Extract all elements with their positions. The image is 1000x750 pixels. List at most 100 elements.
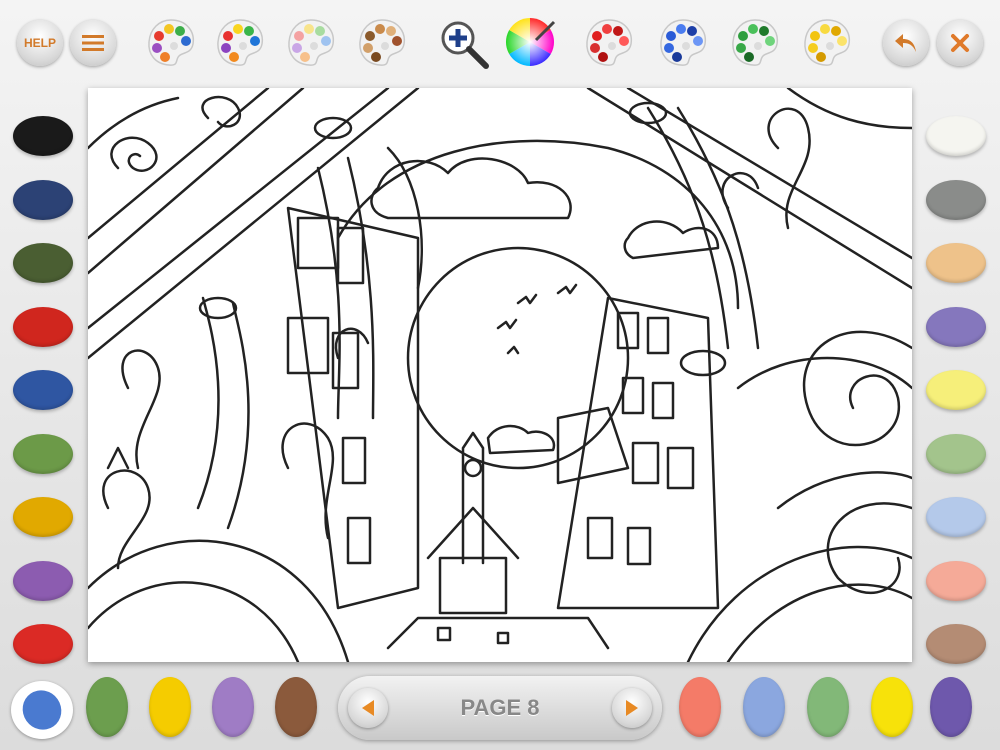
next-page-button[interactable] [612, 688, 652, 728]
palette-yellow[interactable] [799, 14, 855, 70]
coloring-canvas[interactable] [88, 88, 912, 662]
palette-dot [164, 24, 174, 34]
palette-dot [250, 36, 260, 46]
color-swatch[interactable] [13, 370, 73, 410]
color-swatch[interactable] [871, 677, 913, 737]
color-swatch[interactable] [926, 306, 986, 347]
palette-dot [175, 26, 185, 36]
palette-dot [598, 52, 608, 62]
palette-blue[interactable] [655, 14, 711, 70]
palette-dot [672, 52, 682, 62]
top-toolbar: HELP [0, 0, 1000, 88]
palette-dot [693, 36, 703, 46]
palette-dot [321, 36, 331, 46]
close-button[interactable] [937, 20, 983, 66]
coloring-page-drawing [88, 88, 912, 662]
palette-bright[interactable] [212, 14, 268, 70]
palette-icon [586, 19, 633, 66]
palette-icon [288, 19, 335, 66]
palette-dot [304, 24, 314, 34]
color-swatch[interactable] [13, 560, 73, 601]
palette-dot [676, 24, 686, 34]
page-label: PAGE 8 [460, 695, 540, 720]
selected-color-swatch[interactable] [14, 682, 70, 738]
palette-dot [748, 24, 758, 34]
palette-dot [181, 36, 191, 46]
color-swatch[interactable] [807, 677, 849, 737]
palette-multicolor[interactable] [143, 14, 199, 70]
arrow-right-icon [626, 700, 638, 716]
palette-dot [816, 52, 826, 62]
palette-dot [736, 43, 746, 53]
color-swatch[interactable] [212, 677, 254, 737]
color-swatch[interactable] [13, 306, 73, 347]
color-swatch[interactable] [926, 497, 986, 537]
color-swatch[interactable] [86, 677, 128, 737]
help-button[interactable]: HELP [17, 20, 63, 66]
color-wheel-button[interactable] [502, 14, 558, 70]
palette-red[interactable] [581, 14, 637, 70]
palette-dot [160, 52, 170, 62]
arrow-left-icon [362, 700, 374, 716]
palette-dot [221, 43, 231, 53]
palette-dot [820, 24, 830, 34]
menu-button[interactable] [70, 20, 116, 66]
palette-icon [732, 19, 779, 66]
palette-dot [154, 31, 164, 41]
palette-dot [744, 52, 754, 62]
palette-dot [371, 52, 381, 62]
color-swatch[interactable] [926, 243, 986, 283]
color-swatch[interactable] [13, 433, 73, 474]
color-swatch[interactable] [926, 624, 986, 664]
page-navigator: PAGE 8 [338, 676, 662, 740]
palette-dot [664, 43, 674, 53]
palette-dot [808, 43, 818, 53]
palette-dot [666, 31, 676, 41]
palette-dot [759, 26, 769, 36]
zoom-button[interactable] [434, 14, 490, 70]
color-swatch[interactable] [926, 116, 986, 156]
palette-icon [217, 19, 264, 66]
palette-dot [810, 31, 820, 41]
color-swatch[interactable] [13, 624, 73, 664]
palette-dot [244, 26, 254, 36]
palette-dot [233, 24, 243, 34]
palette-icon [359, 19, 406, 66]
color-swatch[interactable] [743, 677, 785, 737]
color-swatch[interactable] [13, 243, 73, 283]
color-swatch[interactable] [926, 433, 986, 474]
palette-dot [602, 24, 612, 34]
color-swatch[interactable] [930, 677, 972, 737]
palette-dot [590, 43, 600, 53]
palette-dot [363, 43, 373, 53]
color-swatch[interactable] [13, 179, 73, 220]
palette-dot [392, 36, 402, 46]
undo-icon [895, 34, 916, 52]
color-swatch[interactable] [926, 370, 986, 410]
undo-button[interactable] [883, 20, 929, 66]
palette-green[interactable] [727, 14, 783, 70]
palette-dot [292, 43, 302, 53]
color-swatch[interactable] [149, 677, 191, 737]
selected-color-ring[interactable] [11, 681, 73, 739]
color-swatch[interactable] [926, 560, 986, 601]
help-label: HELP [23, 36, 56, 50]
palette-dot [365, 31, 375, 41]
color-swatch[interactable] [926, 179, 986, 220]
color-swatch[interactable] [275, 677, 317, 737]
color-swatch[interactable] [13, 497, 73, 537]
palette-dot [837, 36, 847, 46]
palette-dot [765, 36, 775, 46]
prev-page-button[interactable] [348, 688, 388, 728]
color-swatch[interactable] [679, 677, 721, 737]
palette-dot [613, 26, 623, 36]
palette-dot [738, 31, 748, 41]
palette-pastel[interactable] [283, 14, 339, 70]
palette-dot [294, 31, 304, 41]
palette-brown[interactable] [354, 14, 410, 70]
palette-dot [229, 52, 239, 62]
palette-dot [223, 31, 233, 41]
close-icon [951, 34, 969, 52]
hamburger-icon [82, 35, 104, 51]
color-swatch[interactable] [13, 116, 73, 156]
